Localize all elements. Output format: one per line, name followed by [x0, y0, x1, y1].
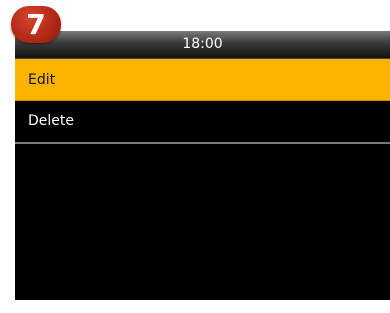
- step-number-badge: 7: [11, 6, 61, 43]
- status-bar: 18:00: [15, 31, 390, 59]
- menu-item-delete[interactable]: Delete: [15, 101, 390, 142]
- clock-time: 18:00: [182, 36, 223, 52]
- menu-divider: [15, 142, 390, 144]
- device-screenshot: 7 18:00 Edit Delete: [0, 0, 390, 313]
- menu-item-edit[interactable]: Edit: [15, 59, 390, 101]
- device-screen: 18:00 Edit Delete: [15, 31, 390, 300]
- options-menu: Edit Delete: [15, 59, 390, 144]
